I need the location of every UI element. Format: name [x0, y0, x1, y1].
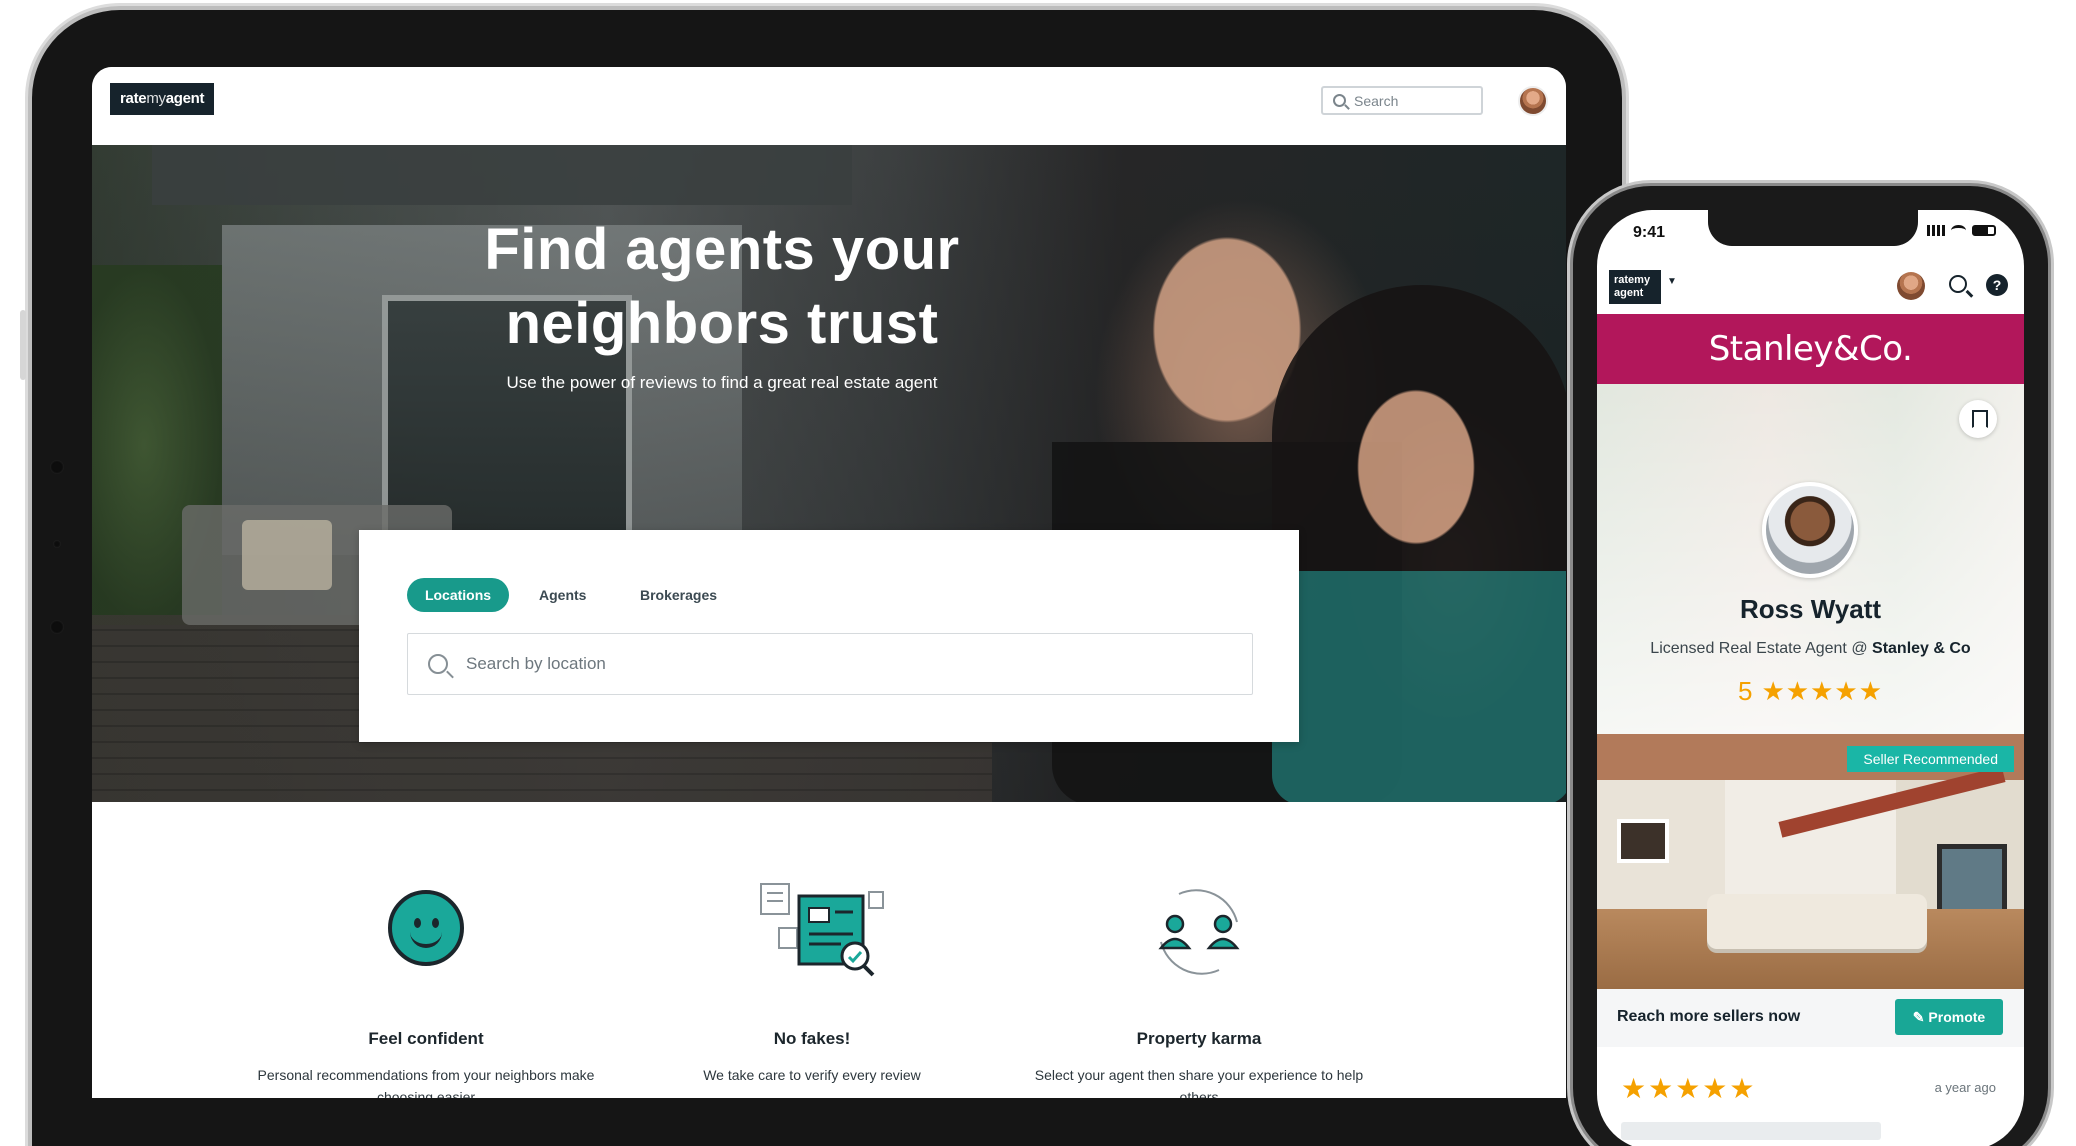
hero-subtitle: Use the power of reviews to find a great… [506, 373, 938, 392]
agent-rating: 5 ★★★★★ [1597, 676, 2024, 707]
agent-name: Ross Wyatt [1739, 594, 1882, 624]
status-time: 9:41 [1633, 224, 1666, 241]
search-icon [1333, 94, 1346, 107]
tablet-device: ratemyagent Search Find agents your neig… [20, 10, 1622, 1146]
phone-device: 9:41 ratemy agent ▼ ? Stanley&Co. Ross W… [1573, 186, 2048, 1146]
status-icons [1927, 225, 1996, 236]
feature-description: Personal recommendations from your neigh… [257, 1067, 595, 1098]
header-search-input[interactable]: Search [1321, 86, 1483, 115]
feature-description: We take care to verify every review [703, 1067, 921, 1083]
promo-bar: Reach more sellers now ✎ Promote [1597, 989, 2024, 1047]
seller-recommended-badge: Seller Recommended [1847, 746, 2014, 772]
review-title-truncated [1621, 1122, 1881, 1140]
search-icon [428, 654, 448, 674]
rating-value: 5 [1737, 676, 1754, 706]
agent-role-title: Licensed Real Estate Agent @ [1650, 640, 1873, 657]
property-artwork [1617, 819, 1669, 863]
tab-brokerages[interactable]: Brokerages [640, 578, 717, 612]
hero-title-line-1: Find agents your [484, 217, 960, 282]
features-section: Feel confident Personal recommendations … [92, 802, 1566, 1098]
verified-documents-icon [760, 883, 884, 977]
property-window [1937, 844, 2007, 914]
help-icon[interactable]: ? [1986, 274, 2008, 296]
feature-description: Select your agent then share your experi… [1034, 1067, 1364, 1098]
hero-banner: Find agents your neighbors trust Use the… [92, 145, 1566, 805]
search-card: Locations Agents Brokerages Search by lo… [359, 530, 1299, 742]
battery-icon [1972, 225, 1996, 236]
agent-role: Licensed Real Estate Agent @ Stanley & C… [1597, 640, 2024, 658]
ratemyagent-logo[interactable]: ratemy agent [1609, 270, 1661, 304]
promote-button-label: Promote [1928, 1009, 1986, 1025]
review-timestamp: a year ago [1934, 1080, 1996, 1095]
logo-text-rate: rate [120, 90, 147, 107]
location-search-placeholder: Search by location [466, 654, 606, 673]
tablet-side-button [20, 310, 26, 380]
top-nav: ratemyagent Search [92, 67, 1566, 145]
megaphone-icon: ✎ [1912, 1009, 1929, 1025]
tab-agents[interactable]: Agents [539, 578, 586, 612]
agent-avatar [1762, 482, 1858, 578]
promo-text: Reach more sellers now [1617, 1008, 1801, 1025]
wifi-icon [1951, 225, 1966, 236]
header-search-placeholder: Search [1354, 92, 1399, 109]
feature-title: Property karma [1136, 1029, 1262, 1048]
tablet-camera [50, 460, 64, 474]
logo-text-agent: agent [165, 90, 205, 107]
logo-text-my: my [146, 90, 166, 107]
people-exchange-icon [1158, 889, 1240, 975]
agency-brand-bar: Stanley&Co. [1597, 314, 2024, 384]
signal-icon [1927, 225, 1945, 236]
agent-profile-card: Ross Wyatt Licensed Real Estate Agent @ … [1597, 384, 2024, 734]
tablet-camera-2 [50, 620, 64, 634]
hero-title: Find agents your neighbors trust [422, 213, 1022, 361]
agent-agency-link[interactable]: Stanley & Co [1872, 640, 1971, 657]
tablet-screen: ratemyagent Search Find agents your neig… [92, 67, 1566, 1098]
user-avatar[interactable] [1897, 272, 1925, 300]
tab-locations[interactable]: Locations [407, 578, 509, 612]
chevron-down-icon[interactable]: ▼ [1667, 276, 1677, 287]
location-search-input[interactable]: Search by location [407, 633, 1253, 695]
tablet-sensor [53, 540, 61, 548]
property-sofa [1707, 894, 1927, 949]
property-beam [1778, 766, 2006, 838]
hero-photo-pillow [242, 520, 332, 590]
bookmark-icon[interactable] [1959, 400, 1997, 438]
hero-photo-roof [152, 145, 852, 205]
phone-screen: 9:41 ratemy agent ▼ ? Stanley&Co. Ross W… [1597, 210, 2024, 1146]
review-star-rating: ★★★★★ [1621, 1073, 1757, 1104]
phone-nav: ratemy agent ▼ ? [1597, 258, 2024, 314]
feature-title: Feel confident [368, 1029, 484, 1048]
ratemyagent-logo[interactable]: ratemyagent [110, 83, 215, 115]
user-avatar[interactable] [1518, 86, 1548, 116]
promote-button[interactable]: ✎ Promote [1895, 999, 2003, 1035]
phone-notch [1708, 210, 1918, 246]
search-icon[interactable] [1949, 275, 1967, 293]
hero-title-line-2: neighbors trust [505, 291, 939, 356]
smiley-icon [388, 890, 468, 970]
property-photo[interactable]: Seller Recommended [1597, 734, 2024, 989]
hero-photo-woman [1272, 285, 1566, 805]
feature-title: No fakes! [773, 1029, 851, 1048]
star-rating-icon: ★★★★★ [1761, 676, 1883, 706]
